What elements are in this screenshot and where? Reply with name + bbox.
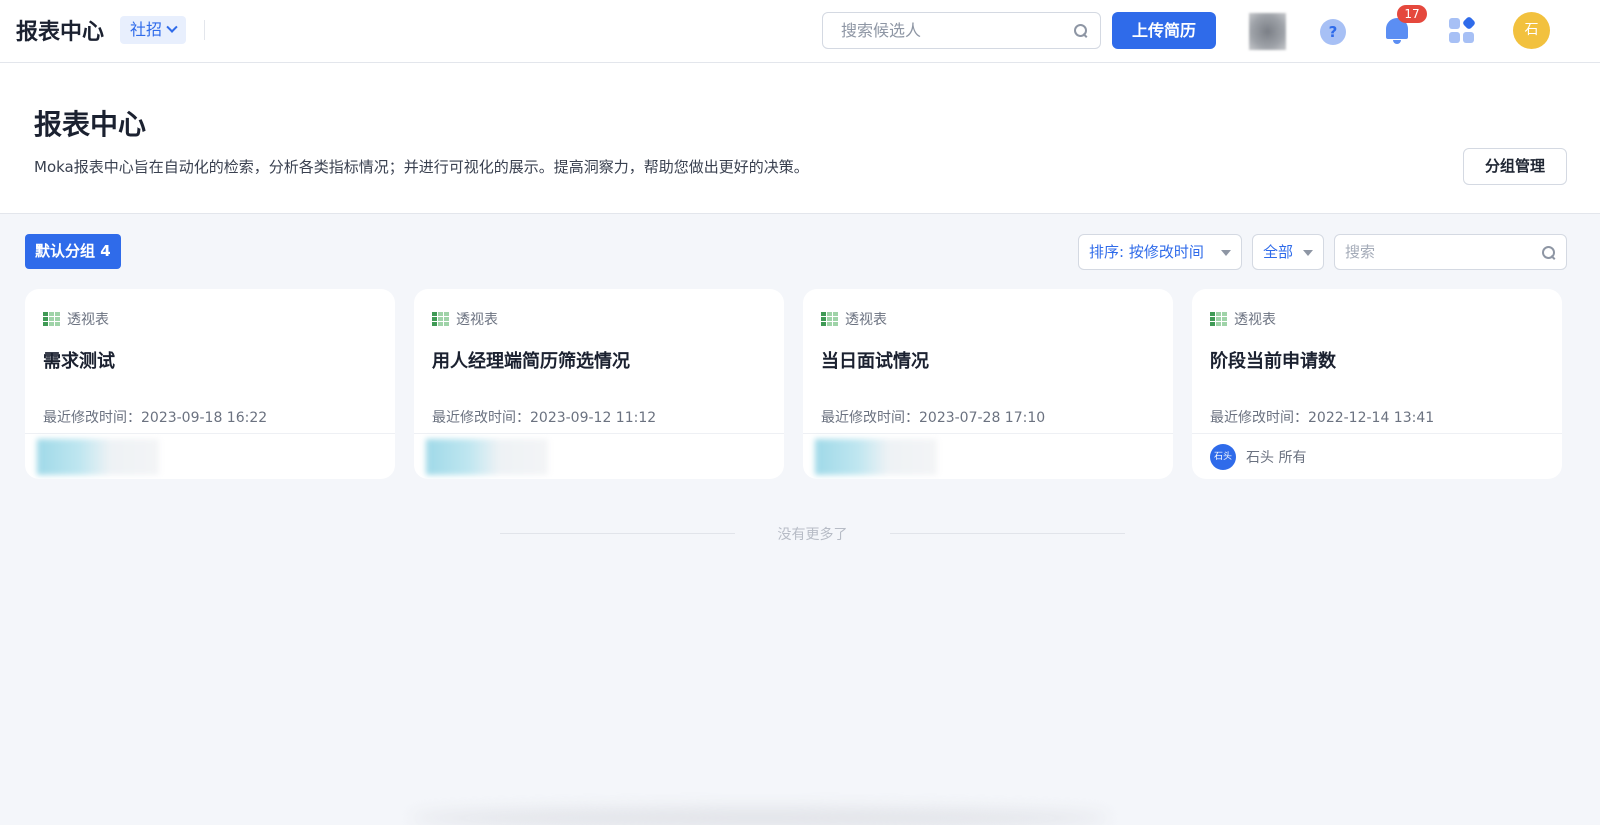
report-type: 透视表 (43, 309, 109, 329)
pivot-table-icon (432, 311, 449, 327)
filter-select[interactable]: 全部 (1252, 234, 1324, 270)
report-owner: 石头 石头 所有 (1210, 444, 1306, 470)
page-header: 报表中心 Moka报表中心旨在自动化的检索，分析各类指标情况；并进行可视化的展示… (0, 63, 1600, 214)
app-title: 报表中心 (16, 20, 105, 45)
report-title: 当日面试情况 (821, 351, 929, 372)
report-type-label: 透视表 (456, 312, 498, 328)
pivot-table-icon (821, 311, 838, 327)
report-card[interactable]: 透视表 阶段当前申请数 最近修改时间：2022-12-14 13:41 石头 石… (1192, 289, 1562, 479)
report-card[interactable]: 透视表 需求测试 最近修改时间：2023-09-18 16:22 (25, 289, 395, 479)
no-more-indicator: 没有更多了 (500, 524, 1125, 544)
owner-label: 石头 所有 (1246, 450, 1307, 466)
report-title: 阶段当前申请数 (1210, 351, 1336, 372)
owner-avatar: 石头 (1210, 444, 1236, 470)
report-search-input[interactable] (1345, 243, 1525, 261)
report-card[interactable]: 透视表 当日面试情况 最近修改时间：2023-07-28 17:10 (803, 289, 1173, 479)
report-modified-time: 最近修改时间：2023-09-12 11:12 (432, 410, 657, 426)
apps-icon[interactable] (1449, 15, 1477, 44)
caret-down-icon (1221, 250, 1231, 256)
owner-info-blurred (426, 439, 548, 475)
report-type-label: 透视表 (1234, 312, 1276, 328)
page-title: 报表中心 (34, 108, 147, 141)
page-description: Moka报表中心旨在自动化的检索，分析各类指标情况；并进行可视化的展示。提高洞察… (34, 158, 809, 176)
candidate-search[interactable] (822, 12, 1101, 49)
divider (25, 433, 395, 434)
report-type-label: 透视表 (845, 312, 887, 328)
recruit-type-label: 社招 (130, 20, 163, 39)
notification-badge: 17 (1397, 5, 1427, 23)
report-modified-time: 最近修改时间：2022-12-14 13:41 (1210, 410, 1435, 426)
divider (204, 20, 205, 40)
group-manage-button[interactable]: 分组管理 (1463, 148, 1567, 185)
report-title: 需求测试 (43, 351, 115, 372)
divider (414, 433, 784, 434)
filter-select-label: 全部 (1263, 243, 1294, 261)
upload-resume-button[interactable]: 上传简历 (1112, 12, 1216, 49)
pivot-table-icon (1210, 311, 1227, 327)
top-bar: 报表中心 社招 上传简历 ? 17 石 (0, 0, 1600, 63)
blurred-image[interactable] (1249, 13, 1286, 50)
bottom-shadow (410, 808, 1110, 825)
user-avatar[interactable]: 石 (1513, 12, 1550, 49)
search-icon[interactable] (1074, 24, 1088, 38)
owner-info-blurred (815, 439, 937, 475)
no-more-text: 没有更多了 (777, 527, 848, 543)
divider (1192, 433, 1562, 434)
help-icon[interactable]: ? (1320, 19, 1346, 45)
report-type: 透视表 (821, 309, 887, 329)
divider (890, 533, 1125, 534)
group-tab-default[interactable]: 默认分组 4 (25, 234, 121, 269)
sort-select[interactable]: 排序: 按修改时间 (1078, 234, 1242, 270)
sort-select-label: 排序: 按修改时间 (1089, 243, 1204, 261)
pivot-table-icon (43, 311, 60, 327)
chevron-down-icon (166, 21, 178, 33)
owner-info-blurred (37, 439, 159, 475)
report-modified-time: 最近修改时间：2023-09-18 16:22 (43, 410, 268, 426)
report-type-label: 透视表 (67, 312, 109, 328)
recruit-type-select[interactable]: 社招 (120, 16, 187, 44)
divider (803, 433, 1173, 434)
report-search[interactable] (1334, 234, 1567, 270)
report-type: 透视表 (1210, 309, 1276, 329)
search-icon[interactable] (1542, 246, 1556, 260)
report-card[interactable]: 透视表 用人经理端简历筛选情况 最近修改时间：2023-09-12 11:12 (414, 289, 784, 479)
caret-down-icon (1303, 250, 1313, 256)
candidate-search-input[interactable] (841, 21, 1061, 40)
report-modified-time: 最近修改时间：2023-07-28 17:10 (821, 410, 1046, 426)
report-type: 透视表 (432, 309, 498, 329)
report-title: 用人经理端简历筛选情况 (432, 351, 630, 372)
